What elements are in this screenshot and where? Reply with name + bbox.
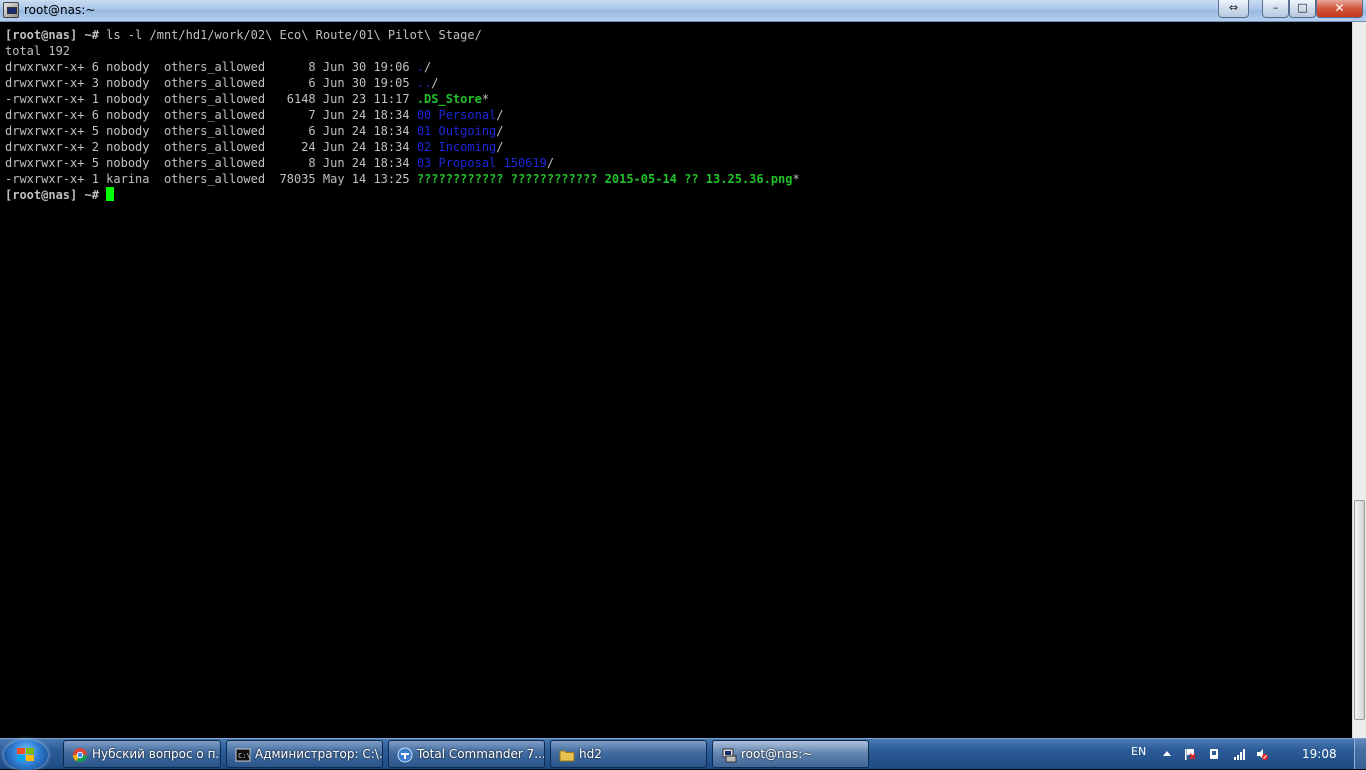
- putty-app-icon[interactable]: [3, 2, 19, 18]
- entry-suffix: *: [481, 92, 490, 106]
- scrollbar-thumb[interactable]: [1354, 500, 1365, 720]
- clock[interactable]: 19:08: [1302, 747, 1337, 761]
- listing-row: -rwxrwxr-x+ 1 karina others_allowed 7803…: [5, 171, 800, 187]
- entry-suffix: /: [496, 140, 504, 154]
- cmd-icon: C:\: [235, 748, 251, 762]
- entry-name: ???????????? ???????????? 2015-05-14 ?? …: [416, 172, 793, 186]
- taskbar-item-label: hd2: [579, 747, 602, 761]
- putty-icon: [722, 748, 737, 763]
- entry-suffix: *: [792, 172, 800, 186]
- prompt: [root@nas] ~#: [5, 188, 99, 202]
- entry-meta: drwxrwxr-x+ 2 nobody others_allowed 24 J…: [5, 140, 417, 154]
- active-prompt-line[interactable]: [root@nas] ~#: [5, 187, 115, 203]
- language-indicator[interactable]: EN: [1131, 745, 1146, 758]
- svg-text:C:\: C:\: [238, 752, 251, 760]
- terminal-output[interactable]: [root@nas] ~# ls -l /mnt/hd1/work/02\ Ec…: [0, 22, 1352, 738]
- command-text: ls -l /mnt/hd1/work/02\ Eco\ Route/01\ P…: [98, 28, 482, 42]
- listing-row: drwxrwxr-x+ 2 nobody others_allowed 24 J…: [5, 139, 504, 155]
- window-title-bar[interactable]: root@nas:~ ⇔ – □ ✕: [0, 0, 1366, 22]
- chrome-icon: [72, 748, 88, 763]
- taskbar-item-label: Нубский вопрос о п...: [92, 747, 221, 761]
- entry-suffix: /: [431, 76, 439, 90]
- entry-name: 01 Outgoing: [416, 124, 497, 138]
- background-tab-1: [200, 3, 212, 18]
- taskbar-item-label: root@nas:~: [741, 747, 813, 761]
- entry-meta: drwxrwxr-x+ 6 nobody others_allowed 8 Ju…: [5, 60, 417, 74]
- taskbar-item-chrome[interactable]: Нубский вопрос о п...: [63, 740, 221, 768]
- background-tab-5: [596, 3, 626, 18]
- listing-row: drwxrwxr-x+ 6 nobody others_allowed 8 Ju…: [5, 59, 431, 75]
- background-tab-2: [212, 3, 372, 18]
- listing-row: drwxrwxr-x+ 3 nobody others_allowed 6 Ju…: [5, 75, 439, 91]
- entry-name: 03 Proposal 150619: [416, 156, 547, 170]
- entry-meta: -rwxrwxr-x+ 1 nobody others_allowed 6148…: [5, 92, 417, 106]
- entry-meta: drwxrwxr-x+ 5 nobody others_allowed 8 Ju…: [5, 156, 417, 170]
- entry-name: ..: [416, 76, 432, 90]
- entry-suffix: /: [424, 60, 432, 74]
- text-cursor: [106, 187, 115, 201]
- entry-meta: -rwxrwxr-x+ 1 karina others_allowed 7803…: [5, 172, 417, 186]
- windows-logo-icon: [17, 748, 35, 762]
- network-signal-icon[interactable]: [1233, 748, 1245, 760]
- close-button[interactable]: ✕: [1316, 0, 1363, 18]
- total-commander-icon: [397, 747, 413, 763]
- taskbar: Нубский вопрос о п... C:\ Администратор:…: [0, 738, 1366, 770]
- listing-row: drwxrwxr-x+ 6 nobody others_allowed 7 Ju…: [5, 107, 504, 123]
- taskbar-item-putty[interactable]: root@nas:~: [712, 740, 869, 768]
- show-hidden-icons-icon[interactable]: [1161, 748, 1173, 760]
- entry-suffix: /: [496, 108, 504, 122]
- entry-meta: drwxrwxr-x+ 5 nobody others_allowed 6 Ju…: [5, 124, 417, 138]
- window-title: root@nas:~: [24, 3, 96, 17]
- prompt: [root@nas] ~#: [5, 28, 99, 42]
- listing-row: -rwxrwxr-x+ 1 nobody others_allowed 6148…: [5, 91, 489, 107]
- listing-row: drwxrwxr-x+ 5 nobody others_allowed 6 Ju…: [5, 123, 504, 139]
- entry-meta: drwxrwxr-x+ 6 nobody others_allowed 7 Ju…: [5, 108, 417, 122]
- entry-name: .DS_Store: [416, 92, 482, 106]
- entry-suffix: /: [546, 156, 555, 170]
- maximize-button[interactable]: □: [1289, 0, 1316, 18]
- entry-name: .: [416, 60, 425, 74]
- taskbar-item-label: Администратор: C:\...: [255, 747, 383, 761]
- show-desktop-button[interactable]: [1354, 739, 1366, 769]
- start-button[interactable]: [4, 740, 48, 770]
- action-center-flag-icon[interactable]: [1184, 748, 1196, 760]
- volume-muted-icon[interactable]: [1256, 748, 1268, 760]
- entry-meta: drwxrwxr-x+ 3 nobody others_allowed 6 Ju…: [5, 76, 417, 90]
- listing-row: drwxrwxr-x+ 5 nobody others_allowed 8 Ju…: [5, 155, 554, 171]
- taskbar-item-total-commander[interactable]: Total Commander 7....: [388, 740, 545, 768]
- resize-button[interactable]: ⇔: [1218, 0, 1249, 18]
- background-tab-3: [406, 3, 420, 18]
- taskbar-item-cmd[interactable]: C:\ Администратор: C:\...: [226, 740, 383, 768]
- total-line: total 192: [5, 44, 71, 58]
- entry-name: 02 Incoming: [416, 140, 497, 154]
- folder-icon: [559, 750, 575, 762]
- taskbar-item-hd2[interactable]: hd2: [550, 740, 707, 768]
- taskbar-item-label: Total Commander 7....: [417, 747, 545, 761]
- entry-name: 00 Personal: [416, 108, 497, 122]
- background-tab-4: [426, 3, 576, 18]
- minimize-button[interactable]: –: [1262, 0, 1289, 18]
- entry-suffix: /: [496, 124, 504, 138]
- usb-device-icon[interactable]: [1208, 748, 1220, 760]
- vertical-scrollbar[interactable]: [1352, 22, 1366, 738]
- command-line: [root@nas] ~# ls -l /mnt/hd1/work/02\ Ec…: [5, 27, 482, 43]
